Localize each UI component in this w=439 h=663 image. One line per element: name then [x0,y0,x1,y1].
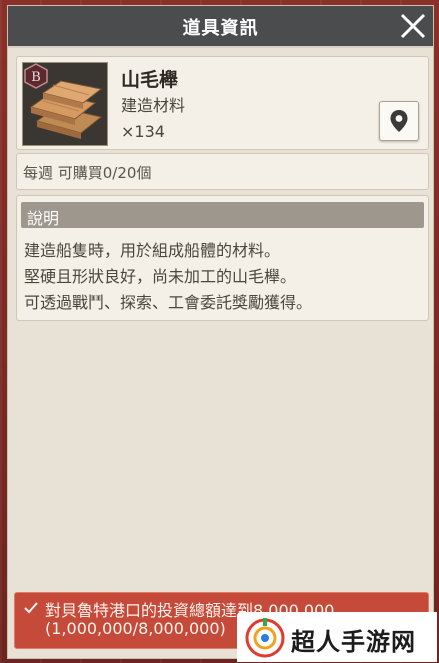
item-info-dialog: 道具資訊 B 山毛櫸 建造材料 ×134 每週 可購買0/20個 說明 建造船隻… [7,5,434,659]
checkmark-icon [24,602,38,614]
item-category: 建造材料 [121,96,186,115]
item-name: 山毛櫸 [121,69,179,91]
watermark: 超人手游网 [237,612,437,662]
item-count: ×134 [121,122,165,141]
weekly-limit-panel: 每週 可購買0/20個 [16,153,429,190]
weekly-limit-text: 每週 可購買0/20個 [23,164,152,182]
location-button[interactable] [379,101,419,141]
description-header-label: 說明 [27,209,60,228]
close-button[interactable] [397,10,429,42]
description-panel: 說明 建造船隻時，用於組成船體的材料。 堅硬且形狀良好，尚未加工的山毛櫸。 可透… [16,195,429,321]
description-line: 可透過戰鬥、探索、工會委託獎勵獲得。 [24,293,313,312]
item-thumbnail: B [22,62,108,146]
rarity-letter: B [31,70,41,85]
rarity-b-icon: B [24,63,48,89]
dialog-title: 道具資訊 [182,18,259,39]
map-pin-icon [390,110,408,132]
description-line: 建造船隻時，用於組成船體的材料。 [24,241,281,260]
close-icon [400,13,426,39]
dialog-header: 道具資訊 [8,6,433,48]
description-line: 堅硬且形狀良好，尚未加工的山毛櫸。 [24,267,297,286]
item-summary-panel: B 山毛櫸 建造材料 ×134 [16,56,429,150]
watermark-logo-icon [245,618,285,658]
description-header: 說明 [21,202,424,228]
quest-progress: (1,000,000/8,000,000) [45,619,226,638]
watermark-text: 超人手游网 [291,628,416,656]
